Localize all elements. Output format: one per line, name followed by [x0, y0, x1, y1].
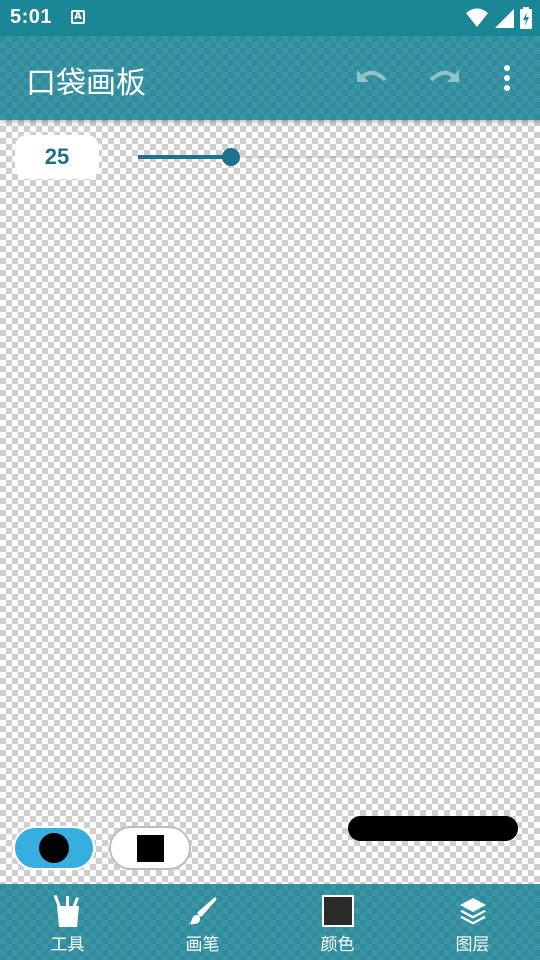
drawing-canvas[interactable] [0, 120, 540, 884]
brush-icon [188, 897, 216, 925]
nav-item-tools[interactable]: 工具 [0, 884, 135, 960]
nav-item-color[interactable]: 颜色 [270, 884, 405, 960]
brush-size-slider[interactable] [138, 146, 510, 168]
more-vert-icon [504, 65, 510, 91]
round-brush-button[interactable] [13, 826, 95, 870]
redo-icon [429, 70, 459, 82]
circle-icon [39, 833, 69, 863]
slider-fill [138, 155, 231, 159]
status-icons [466, 6, 532, 30]
nav-item-brush[interactable]: 画笔 [135, 884, 270, 960]
nav-label-brush: 画笔 [185, 935, 220, 955]
bottom-nav: 工具 画笔 颜色 图层 [0, 884, 540, 960]
nav-label-layers: 图层 [455, 935, 490, 955]
battery-icon [520, 7, 532, 29]
signal-icon [495, 9, 514, 28]
app-title: 口袋画板 [26, 66, 146, 101]
status-bar: 5:01 A [0, 0, 540, 36]
wifi-icon [466, 8, 488, 27]
undo-button[interactable] [352, 58, 392, 98]
nav-item-layers[interactable]: 图层 [405, 884, 540, 960]
tools-icon [53, 894, 79, 927]
stroke-preview [348, 816, 518, 841]
square-icon [136, 834, 164, 862]
status-time: 5:01 [10, 6, 53, 28]
layers-icon [459, 898, 486, 925]
undo-icon [357, 70, 387, 82]
more-options-button[interactable] [487, 58, 527, 98]
color-swatch-icon [321, 895, 354, 927]
app-bar: 口袋画板 [0, 36, 540, 120]
square-brush-button[interactable] [109, 826, 191, 870]
redo-button[interactable] [424, 58, 464, 98]
slider-thumb[interactable] [222, 148, 240, 166]
brush-size-value: 25 [15, 135, 99, 179]
notification-icon: A [71, 10, 85, 24]
nav-label-color: 颜色 [320, 935, 355, 955]
nav-label-tools: 工具 [50, 935, 85, 955]
